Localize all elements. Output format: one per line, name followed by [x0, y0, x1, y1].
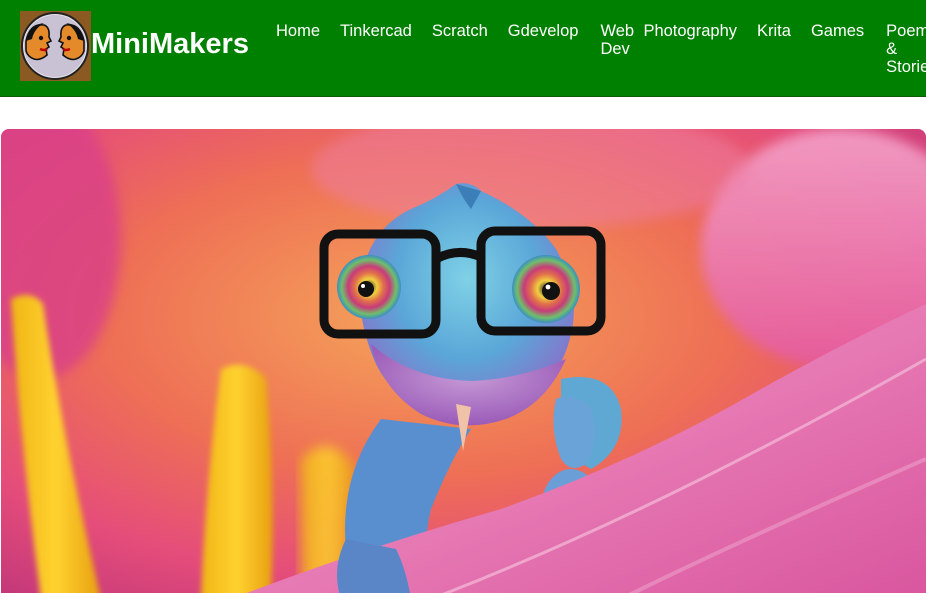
- hero-image-chameleon-with-glasses: [1, 129, 926, 593]
- nav-gdevelop[interactable]: Gdevelop: [498, 22, 589, 40]
- nav-home[interactable]: Home: [266, 22, 330, 40]
- logo-link[interactable]: [20, 11, 91, 81]
- nav-games[interactable]: Games: [801, 22, 874, 40]
- nav-web-dev[interactable]: Web Dev: [588, 22, 634, 58]
- nav-photography[interactable]: Photography: [633, 22, 747, 40]
- main-nav: Home Tinkercad Scratch Gdevelop Web Dev …: [266, 22, 926, 76]
- site-header: MiniMakers Home Tinkercad Scratch Gdevel…: [0, 0, 926, 97]
- two-faces-logo-icon: [20, 11, 91, 81]
- nav-poems-stories[interactable]: Poems & Stories: [874, 22, 926, 76]
- page: MiniMakers Home Tinkercad Scratch Gdevel…: [0, 0, 926, 593]
- nav-tinkercad[interactable]: Tinkercad: [330, 22, 422, 40]
- nav-scratch[interactable]: Scratch: [422, 22, 498, 40]
- nav-krita[interactable]: Krita: [747, 22, 801, 40]
- site-brand[interactable]: MiniMakers: [91, 30, 249, 59]
